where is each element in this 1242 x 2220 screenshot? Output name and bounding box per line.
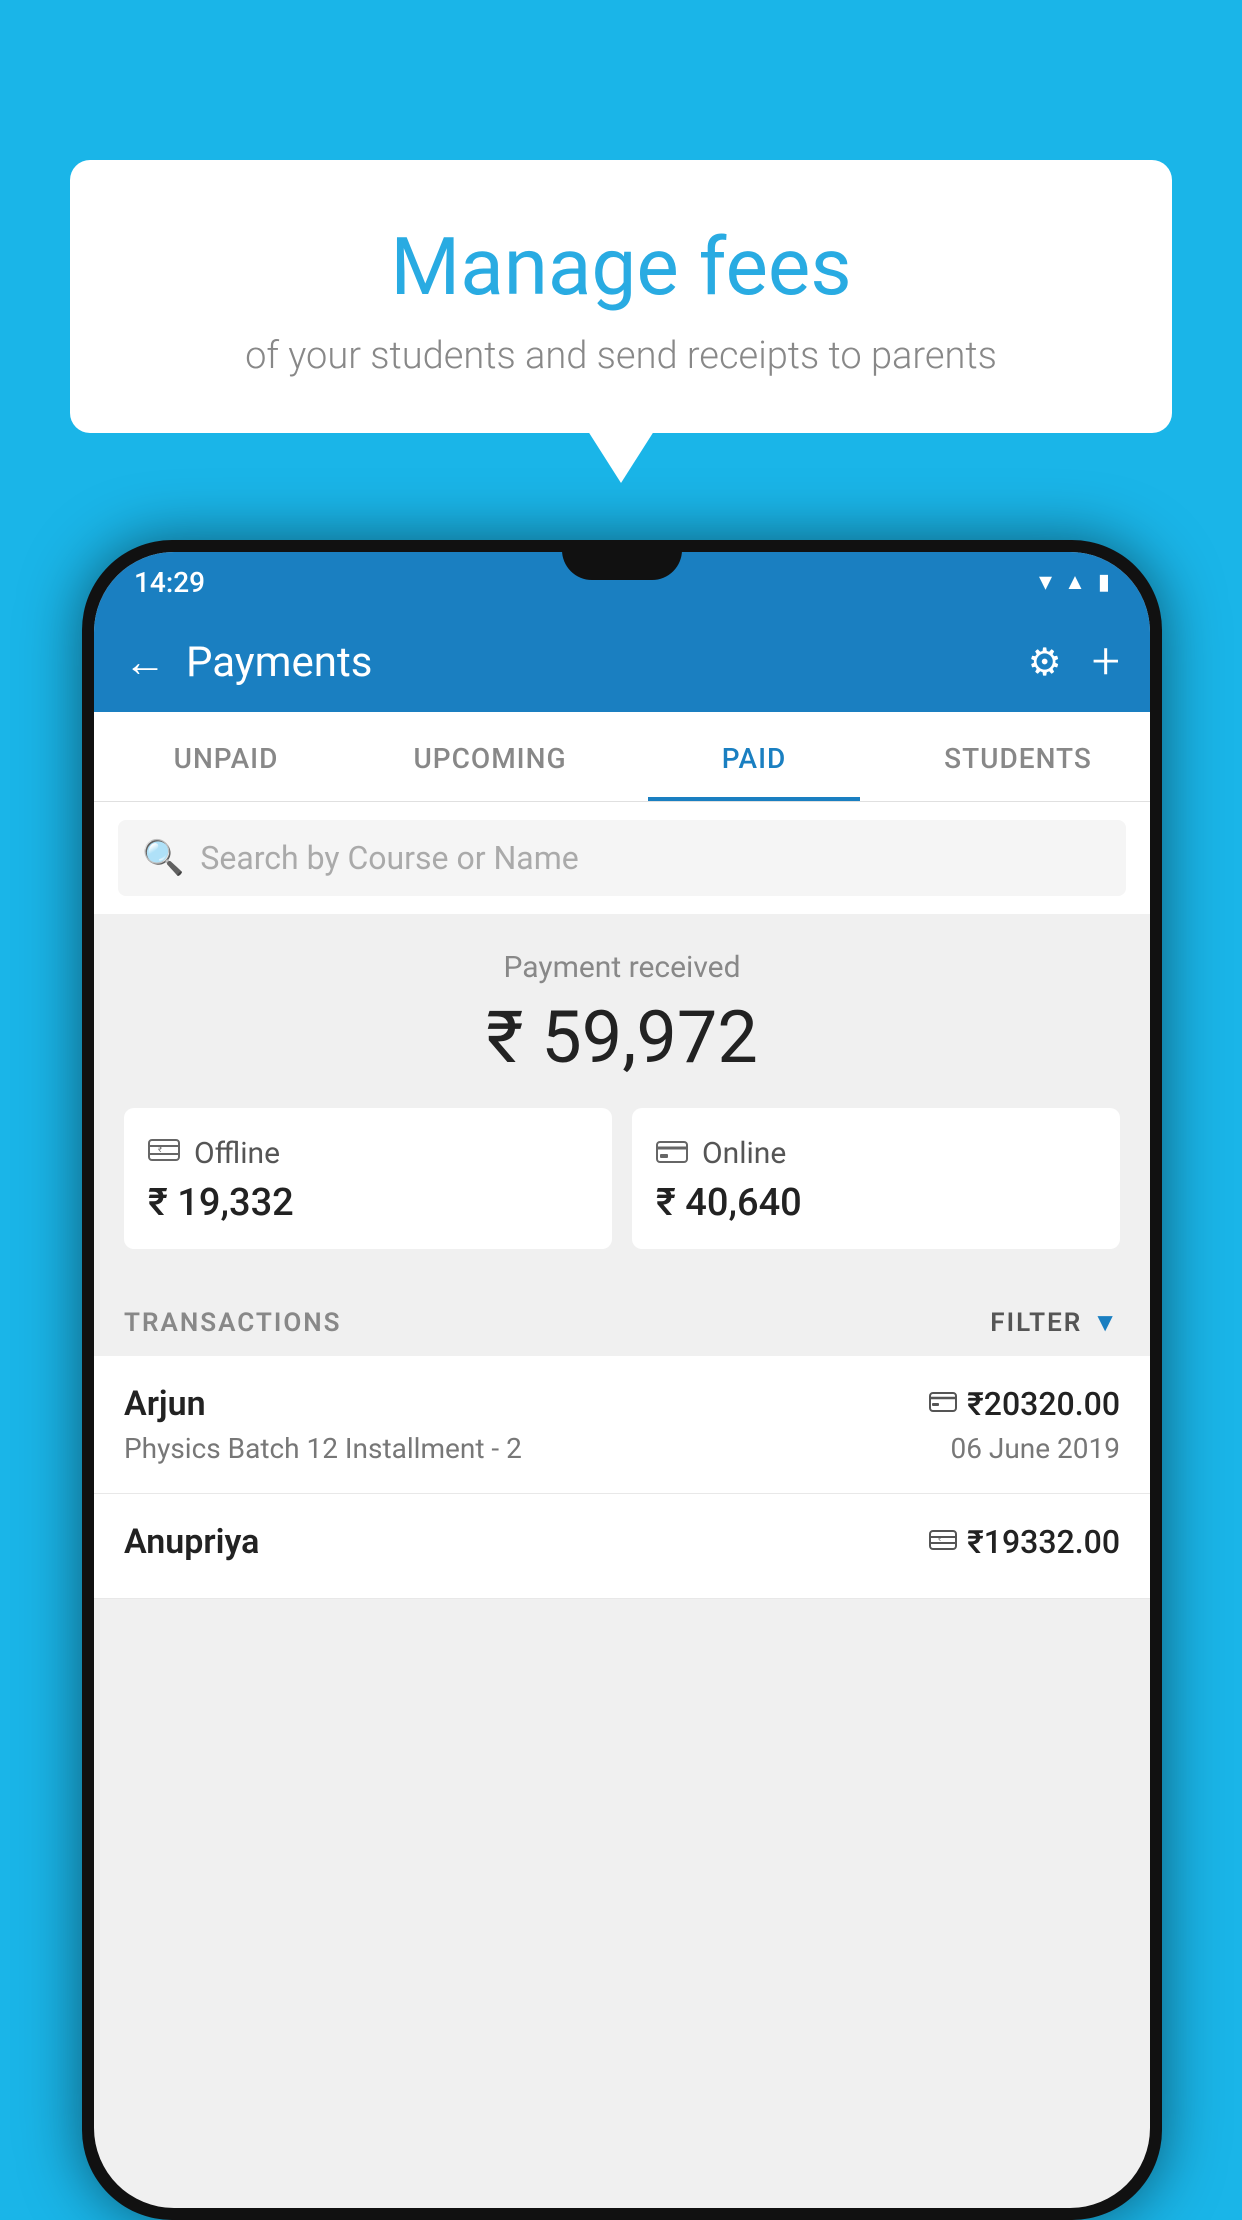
transaction-date: 06 June 2019: [950, 1432, 1120, 1465]
bubble-title: Manage fees: [130, 220, 1112, 314]
online-amount: ₹ 40,640: [656, 1181, 1096, 1225]
online-icon: [656, 1140, 688, 1168]
phone-frame: 14:29 ▾ ▲ ▮ ← Payments ⚙ + UNPAID UPCOMI…: [82, 540, 1162, 2220]
transaction-row[interactable]: Arjun ₹20320.00 Physics Batch 12 Install…: [94, 1356, 1150, 1494]
payment-total-amount: ₹ 59,972: [124, 995, 1120, 1080]
settings-icon[interactable]: ⚙: [1028, 640, 1062, 685]
filter-icon: ▼: [1092, 1307, 1120, 1338]
search-container: 🔍 Search by Course or Name: [94, 802, 1150, 914]
back-button[interactable]: ←: [124, 638, 166, 687]
payment-summary: Payment received ₹ 59,972 ₹: [94, 914, 1150, 1279]
bubble-subtitle: of your students and send receipts to pa…: [130, 334, 1112, 378]
tab-unpaid[interactable]: UNPAID: [94, 712, 358, 801]
tab-students[interactable]: STUDENTS: [886, 712, 1150, 801]
transaction-name: Arjun: [124, 1384, 206, 1424]
payment-type-icon: [929, 1391, 957, 1417]
speech-bubble: Manage fees of your students and send re…: [70, 160, 1172, 433]
search-icon: 🔍: [142, 838, 184, 878]
header-title: Payments: [186, 638, 1008, 687]
offline-amount: ₹ 19,332: [148, 1181, 588, 1225]
offline-card: ₹ Offline ₹ 19,332: [124, 1108, 612, 1249]
search-input[interactable]: Search by Course or Name: [200, 839, 578, 877]
transaction-name: Anupriya: [124, 1522, 259, 1562]
status-icons: ▾ ▲ ▮: [1039, 567, 1110, 597]
transaction-amount: ₹20320.00: [967, 1385, 1120, 1423]
tabs-container: UNPAID UPCOMING PAID STUDENTS: [94, 712, 1150, 802]
transaction-amount: ₹19332.00: [967, 1523, 1120, 1561]
filter-button[interactable]: FILTER ▼: [990, 1307, 1120, 1338]
offline-label: Offline: [194, 1136, 280, 1171]
svg-text:₹: ₹: [158, 1145, 162, 1154]
tab-paid[interactable]: PAID: [622, 712, 886, 801]
status-time: 14:29: [134, 566, 205, 599]
app-header: ← Payments ⚙ +: [94, 612, 1150, 712]
signal-icon: ▲: [1064, 569, 1086, 595]
online-card: Online ₹ 40,640: [632, 1108, 1120, 1249]
offline-icon: ₹: [148, 1136, 180, 1171]
online-label: Online: [702, 1136, 786, 1171]
payment-cards: ₹ Offline ₹ 19,332: [124, 1108, 1120, 1249]
phone-notch: [562, 540, 682, 580]
battery-icon: ▮: [1098, 570, 1110, 595]
transaction-course: Physics Batch 12 Installment - 2: [124, 1432, 522, 1465]
tab-upcoming[interactable]: UPCOMING: [358, 712, 622, 801]
wifi-icon: ▾: [1039, 567, 1052, 597]
svg-text:₹: ₹: [938, 1535, 942, 1543]
search-bar[interactable]: 🔍 Search by Course or Name: [118, 820, 1126, 896]
payment-type-icon: ₹: [929, 1529, 957, 1555]
transactions-header: TRANSACTIONS FILTER ▼: [94, 1279, 1150, 1356]
transactions-label: TRANSACTIONS: [124, 1308, 342, 1338]
add-icon[interactable]: +: [1092, 633, 1120, 691]
payment-received-label: Payment received: [124, 950, 1120, 985]
transaction-row[interactable]: Anupriya ₹ ₹19332.00: [94, 1494, 1150, 1599]
